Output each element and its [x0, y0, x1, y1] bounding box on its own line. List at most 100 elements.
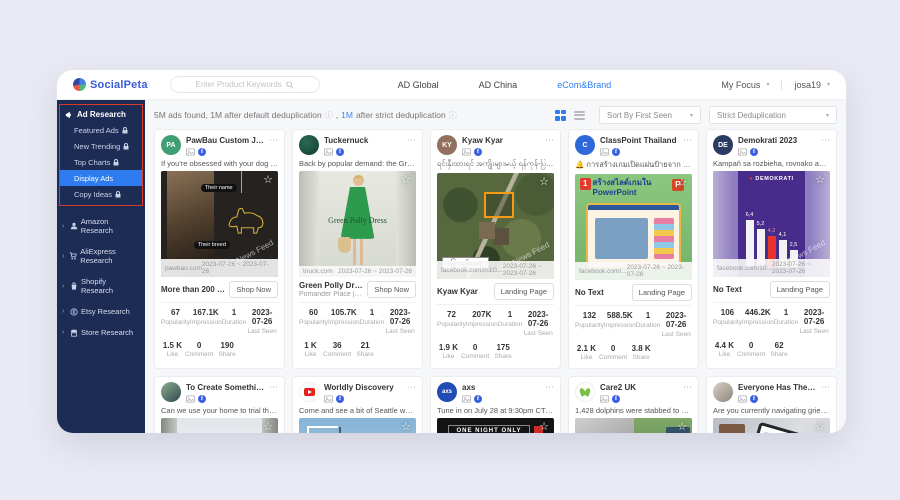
- deduplication-dropdown[interactable]: Strict Deduplication ▾: [709, 106, 837, 124]
- ad-domain[interactable]: pawbau.com: [165, 265, 202, 272]
- landing-page-button[interactable]: Landing Page: [494, 283, 554, 300]
- ad-creative[interactable]: ☆: [713, 418, 830, 433]
- landing-page-button[interactable]: Landing Page: [770, 281, 830, 298]
- display-ad-icon: [600, 395, 609, 403]
- favorite-star-icon[interactable]: ☆: [675, 176, 689, 190]
- facebook-icon: f: [336, 148, 344, 156]
- ad-creative[interactable]: SEATTLE WASHINGTON ☆: [299, 418, 416, 433]
- avatar[interactable]: DE: [713, 135, 733, 155]
- advertiser-name[interactable]: To Create Something Exceptio...: [186, 383, 265, 392]
- sidebar-item-new-trending[interactable]: New Trending: [60, 138, 142, 154]
- avatar[interactable]: axs: [437, 382, 457, 402]
- favorite-star-icon[interactable]: ☆: [813, 173, 827, 187]
- sidebar-item-ad-research[interactable]: Ad Research: [60, 106, 142, 122]
- search-input[interactable]: Enter Product Keywords: [170, 76, 320, 93]
- ad-domain[interactable]: facebook.com/10...: [717, 265, 772, 272]
- more-menu-icon[interactable]: ⋯: [683, 382, 692, 393]
- facebook-icon: f: [612, 395, 620, 403]
- shop-now-button[interactable]: Shop Now: [229, 281, 278, 298]
- sidebar-item-amazon-research[interactable]: › Amazon Research: [57, 211, 145, 241]
- favorite-star-icon[interactable]: ☆: [537, 175, 551, 189]
- sidebar-item-aliexpress-research[interactable]: › AliExpress Research: [57, 241, 145, 271]
- favorite-star-icon[interactable]: ☆: [537, 420, 551, 433]
- favorite-star-icon[interactable]: ☆: [813, 420, 827, 433]
- advertiser-name[interactable]: Kyaw Kyar: [462, 136, 541, 145]
- ad-creative[interactable]: မြေတည်နေရာ FB News Feed ☆ facebook.com/m…: [437, 173, 554, 279]
- ad-social-stats: 1 KLike 36Comment 21Share: [299, 339, 416, 366]
- avatar[interactable]: C: [575, 135, 595, 155]
- avatar[interactable]: [299, 135, 319, 155]
- sidebar-item-display-ads[interactable]: Display Ads: [60, 170, 142, 186]
- advertiser-name[interactable]: PawBau Custom Jewelry: [186, 136, 265, 145]
- grid-view-toggle[interactable]: [555, 110, 566, 121]
- favorite-star-icon[interactable]: ☆: [675, 420, 689, 433]
- display-ad-icon: [462, 148, 471, 156]
- advertiser-name[interactable]: Worldly Discovery: [324, 383, 403, 392]
- more-menu-icon[interactable]: ⋯: [269, 382, 278, 393]
- more-menu-icon[interactable]: ⋯: [683, 135, 692, 146]
- favorite-star-icon[interactable]: ☆: [261, 173, 275, 187]
- advertiser-name[interactable]: axs: [462, 383, 541, 392]
- sidebar-item-store-research[interactable]: › Store Research: [57, 322, 145, 343]
- strict-count-link[interactable]: 1M: [341, 110, 353, 120]
- sidebar-item-featured-ads[interactable]: Featured Ads: [60, 122, 142, 138]
- advertiser-name[interactable]: Demokrati 2023: [738, 136, 817, 145]
- avatar[interactable]: KY: [437, 135, 457, 155]
- storefront-icon: [70, 329, 78, 337]
- avatar[interactable]: PA: [161, 135, 181, 155]
- favorite-star-icon[interactable]: ☆: [399, 173, 413, 187]
- my-focus-menu[interactable]: My Focus: [721, 80, 760, 90]
- ad-creative[interactable]: Their name Their breed FB News Feed ☆ pa…: [161, 171, 278, 277]
- socialpeta-logo[interactable]: SocialPeta: [73, 78, 148, 91]
- sidebar-item-copy-ideas[interactable]: Copy Ideas: [60, 186, 142, 202]
- ad-stats: 72Popularity 207KImpression 1Duration 20…: [437, 304, 554, 341]
- event-banner: ONE NIGHT ONLY: [448, 424, 544, 433]
- ad-creative[interactable]: ONE NIGHT ONLY ☆: [437, 418, 554, 433]
- advertiser-name[interactable]: Everyone Has The Freedom To...: [738, 383, 817, 392]
- ad-domain[interactable]: facebook.com/...: [579, 268, 627, 275]
- ad-creative[interactable]: ☆: [161, 418, 278, 433]
- ad-card: Worldly Discovery ⋯ f Come and see a bit…: [292, 376, 423, 433]
- more-menu-icon[interactable]: ⋯: [545, 382, 554, 393]
- ad-title: Green Polly Dress: [299, 281, 363, 290]
- sort-dropdown[interactable]: Sort By First Seen ▾: [599, 106, 701, 124]
- ad-creative[interactable]: 1 สร้างสไลด์เกมในPowerPoint P ✓ ☆ facebo…: [575, 174, 692, 280]
- advertiser-name[interactable]: Care2 UK: [600, 383, 679, 392]
- advertiser-name[interactable]: Tuckernuck: [324, 136, 403, 145]
- avatar[interactable]: [299, 382, 319, 402]
- ad-social-stats: 4.4 KLike 0Comment 62Share: [713, 339, 830, 366]
- results-summary: 5M ads found, 1M after default deduplica…: [154, 110, 322, 120]
- ad-creative[interactable]: ☆: [575, 418, 692, 433]
- info-icon[interactable]: ⓘ: [449, 110, 457, 121]
- nav-ad-china[interactable]: AD China: [479, 80, 518, 90]
- more-menu-icon[interactable]: ⋯: [407, 382, 416, 393]
- user-menu[interactable]: josa19: [794, 80, 821, 90]
- nav-ad-global[interactable]: AD Global: [398, 80, 439, 90]
- ad-creative[interactable]: ● DEMOKRATI 6,4 5,2 4,2 4,1 2,5 FB News …: [713, 171, 830, 277]
- landing-page-button[interactable]: Landing Page: [632, 284, 692, 301]
- favorite-star-icon[interactable]: ☆: [261, 420, 275, 433]
- list-view-toggle[interactable]: [574, 110, 585, 121]
- ad-creative[interactable]: Green Polly Dress ☆ tnuck.com 2023-07-26…: [299, 171, 416, 277]
- avatar[interactable]: [161, 382, 181, 402]
- avatar[interactable]: [713, 382, 733, 402]
- annotation-tag: Their name: [201, 184, 237, 192]
- sidebar-item-etsy-research[interactable]: › Etsy Research: [57, 301, 145, 322]
- sidebar-item-shopify-research[interactable]: › Shopify Research: [57, 271, 145, 301]
- sidebar-item-top-charts[interactable]: Top Charts: [60, 154, 142, 170]
- more-menu-icon[interactable]: ⋯: [821, 135, 830, 146]
- advertiser-name[interactable]: ClassPoint Thailand: [600, 136, 679, 145]
- more-menu-icon[interactable]: ⋯: [545, 135, 554, 146]
- more-menu-icon[interactable]: ⋯: [269, 135, 278, 146]
- ad-domain[interactable]: facebook.com/m1G...: [441, 267, 503, 274]
- nav-ecom-brand[interactable]: eCom&Brand: [557, 80, 611, 90]
- more-menu-icon[interactable]: ⋯: [821, 382, 830, 393]
- shop-now-button[interactable]: Shop Now: [367, 281, 416, 298]
- favorite-star-icon[interactable]: ☆: [399, 420, 413, 433]
- ad-stats: 60Popularity 105.7KImpression 1Duration …: [299, 302, 416, 339]
- avatar[interactable]: [575, 382, 595, 402]
- more-menu-icon[interactable]: ⋯: [407, 135, 416, 146]
- info-icon[interactable]: ⓘ: [325, 110, 333, 121]
- ad-domain[interactable]: tnuck.com: [303, 268, 333, 275]
- annotation-tag: Their breed: [194, 241, 230, 249]
